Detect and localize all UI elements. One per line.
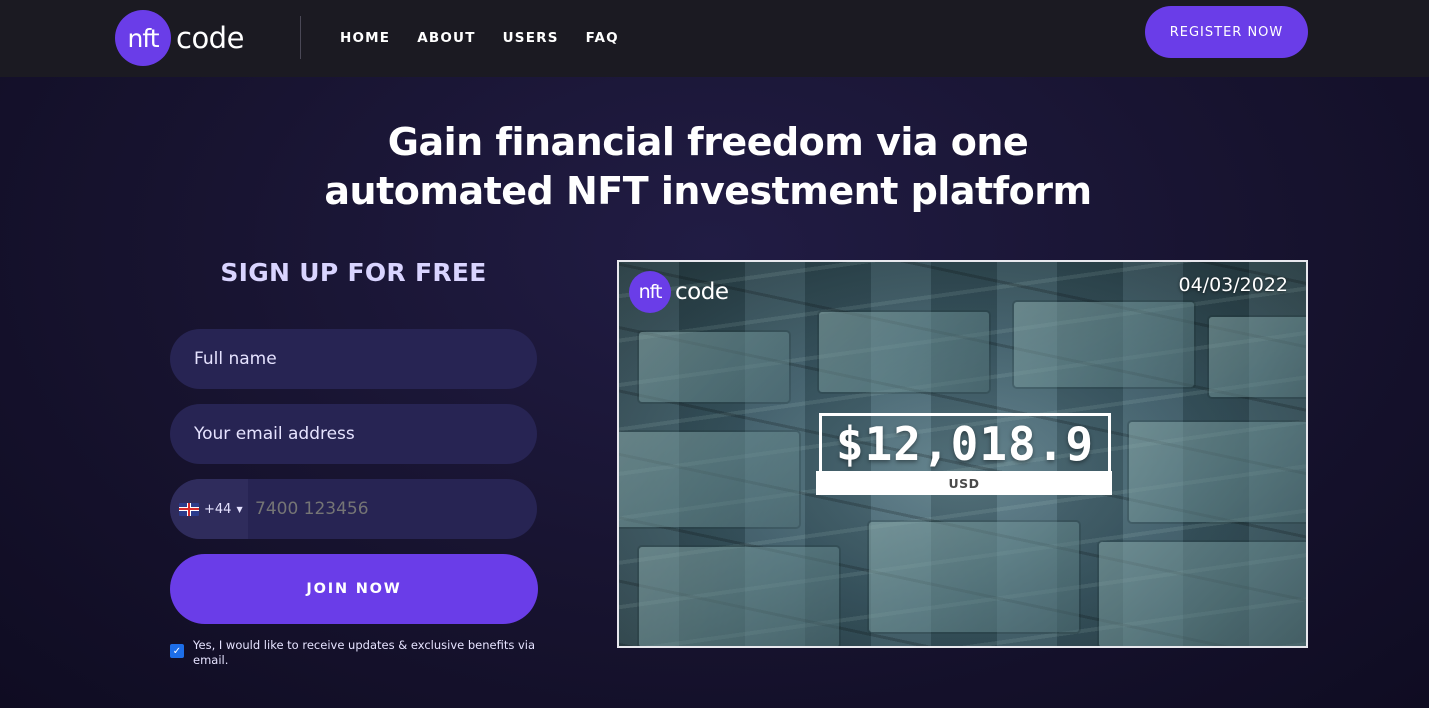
panel-logo: nft code (629, 271, 729, 313)
nav-item-about[interactable]: ABOUT (417, 30, 475, 46)
panel-logo-mark: nft (629, 271, 671, 313)
header-divider (300, 16, 301, 59)
logo-mark: nft (115, 10, 171, 66)
full-name-input[interactable] (170, 329, 537, 389)
nav-item-users[interactable]: USERS (503, 30, 559, 46)
consent-checkbox[interactable]: ✓ (170, 644, 184, 658)
consent-label: Yes, I would like to receive updates & e… (193, 638, 536, 667)
hero-headline-line-1: Gain financial freedom via one (387, 120, 1029, 164)
signup-title: SIGN UP FOR FREE (220, 258, 487, 287)
money-bill-image (1209, 317, 1306, 397)
money-bill-image (639, 547, 839, 646)
caret-down-icon: ▼ (236, 504, 243, 514)
money-bill-image (1099, 542, 1306, 646)
top-navigation-bar: nft code HOME ABOUT USERS FAQ REGISTER N… (0, 0, 1429, 77)
nav-item-faq[interactable]: FAQ (586, 30, 619, 46)
money-bill-image (1014, 302, 1194, 387)
logo-wordmark: code (176, 21, 244, 55)
balance-amount: $12,018.9 (819, 413, 1111, 471)
hero-headline-line-2: automated NFT investment platform (324, 169, 1092, 213)
balance-currency: USD (816, 471, 1112, 495)
email-consent: ✓ Yes, I would like to receive updates &… (170, 638, 540, 668)
promo-video-panel[interactable]: nft code 04/03/2022 $12,018.9 USD (617, 260, 1308, 648)
email-input[interactable] (170, 404, 537, 464)
panel-logo-wordmark: code (675, 279, 729, 305)
country-code-label: +44 (204, 501, 232, 517)
money-bill-image (819, 312, 989, 392)
panel-date: 04/03/2022 (1178, 274, 1288, 296)
site-logo[interactable]: nft code (115, 10, 244, 66)
checkmark-icon: ✓ (172, 645, 182, 657)
nav-item-home[interactable]: HOME (340, 30, 390, 46)
hero-headline: Gain financial freedom via one automated… (0, 118, 1416, 216)
phone-number-input[interactable] (248, 479, 537, 539)
main-nav: HOME ABOUT USERS FAQ (340, 30, 619, 46)
money-bill-image (1129, 422, 1306, 522)
country-code-select[interactable]: +44 ▼ (170, 479, 248, 539)
money-bill-image (869, 522, 1079, 632)
register-now-button[interactable]: REGISTER NOW (1145, 6, 1308, 58)
uk-flag-icon (179, 502, 199, 516)
join-now-button[interactable]: JOIN NOW (170, 554, 538, 624)
money-bill-image (639, 332, 789, 402)
phone-field: +44 ▼ (170, 479, 537, 539)
money-bill-image (619, 432, 799, 527)
